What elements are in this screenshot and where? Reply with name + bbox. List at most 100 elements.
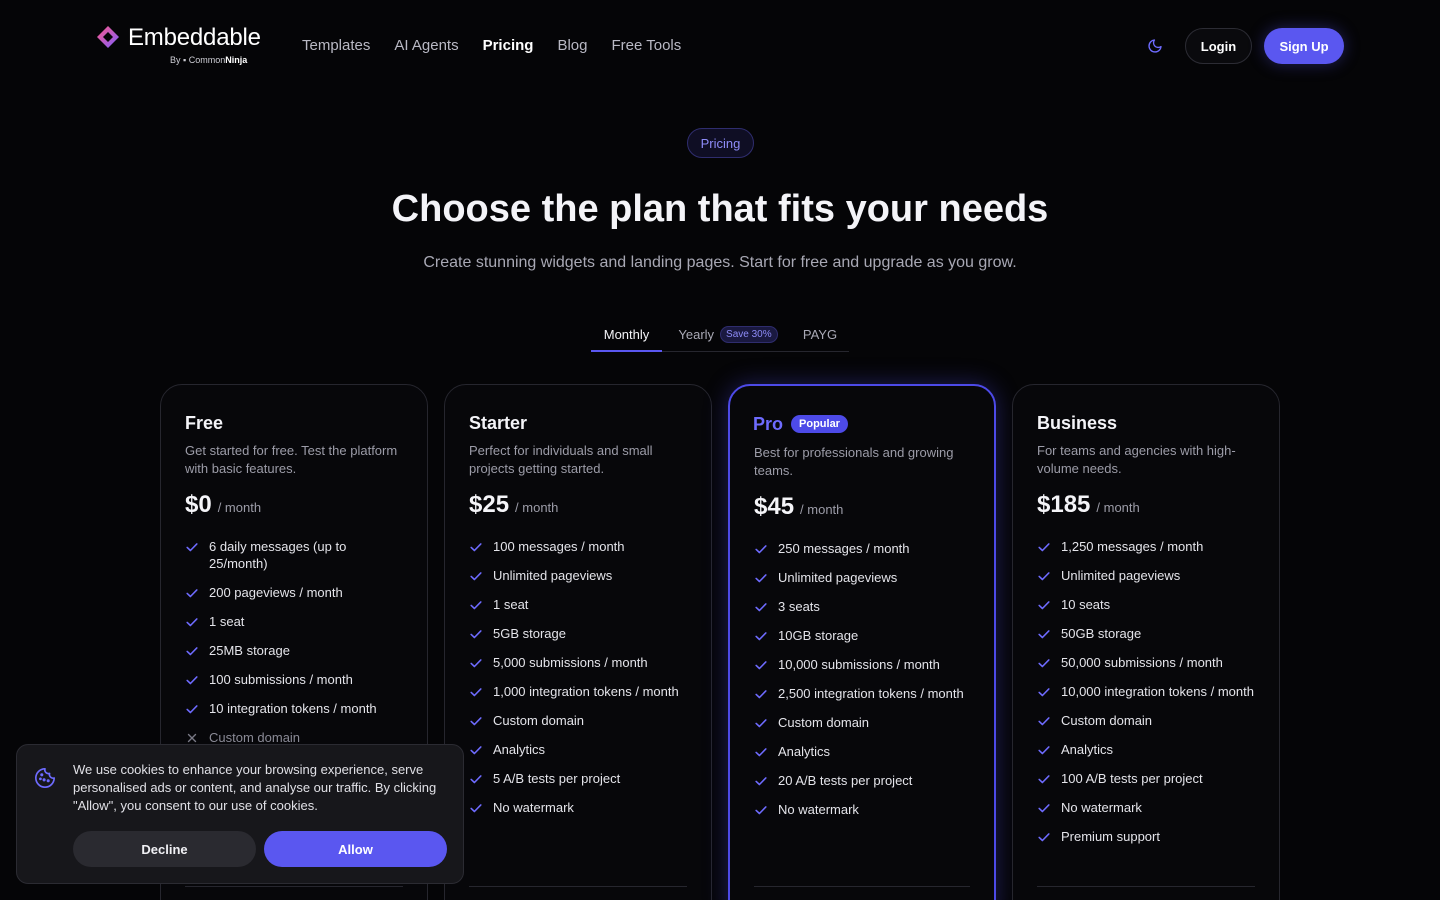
feature-text: Custom domain bbox=[778, 715, 870, 730]
plan-card-starter: Starter Perfect for individuals and smal… bbox=[444, 384, 712, 900]
embeddable-logo-icon bbox=[97, 26, 119, 48]
price-period: / month bbox=[217, 500, 262, 515]
feature-text: 1 seat bbox=[493, 597, 529, 612]
feature-item: No watermark bbox=[1037, 799, 1259, 816]
feature-text: 200 pageviews / month bbox=[209, 585, 343, 600]
cookie-banner: We use cookies to enhance your browsing … bbox=[16, 744, 464, 884]
tab-yearly[interactable]: Yearly Save 30% bbox=[674, 318, 782, 351]
feature-text: Analytics bbox=[778, 744, 831, 759]
plan-description: Perfect for individuals and small projec… bbox=[469, 443, 653, 476]
feature-item: 10 integration tokens / month bbox=[185, 700, 407, 717]
feature-text: 3 seats bbox=[778, 599, 820, 614]
moon-icon bbox=[1148, 39, 1162, 53]
check-icon bbox=[470, 775, 482, 784]
feature-item: No watermark bbox=[754, 801, 976, 818]
feature-text: 10GB storage bbox=[778, 628, 859, 643]
feature-item: 10GB storage bbox=[754, 627, 976, 644]
feature-item: 50,000 submissions / month bbox=[1037, 654, 1259, 671]
check-icon bbox=[186, 705, 198, 714]
allow-button[interactable]: Allow bbox=[264, 831, 447, 867]
nav-ai-agents[interactable]: AI Agents bbox=[394, 35, 458, 57]
feature-text: Analytics bbox=[493, 742, 546, 757]
feature-item: 25MB storage bbox=[185, 642, 407, 659]
feature-text: 6 daily messages (up to 25/month) bbox=[209, 539, 347, 571]
brand-byline: By ▪ CommonNinja bbox=[170, 55, 248, 65]
plan-description: Get started for free. Test the platform … bbox=[185, 443, 398, 476]
check-icon bbox=[755, 545, 767, 554]
feature-item: Premium support bbox=[1037, 828, 1259, 845]
feature-text: 1,000 integration tokens / month bbox=[493, 684, 679, 699]
check-icon bbox=[470, 572, 482, 581]
feature-item: 10,000 integration tokens / month bbox=[1037, 683, 1259, 700]
feature-text: 100 A/B tests per project bbox=[1061, 771, 1203, 786]
check-icon bbox=[1038, 630, 1050, 639]
feature-item: Analytics bbox=[754, 743, 976, 760]
check-icon bbox=[186, 647, 198, 656]
nav-blog[interactable]: Blog bbox=[557, 35, 587, 57]
feature-text: 100 messages / month bbox=[493, 539, 625, 554]
feature-item: 100 A/B tests per project bbox=[1037, 770, 1259, 787]
check-icon bbox=[755, 632, 767, 641]
feature-item: 1,000 integration tokens / month bbox=[469, 683, 691, 700]
feature-text: 2,500 integration tokens / month bbox=[778, 686, 964, 701]
check-icon bbox=[1038, 833, 1050, 842]
price-period: / month bbox=[1096, 500, 1140, 515]
plan-description: For teams and agencies with high-volume … bbox=[1037, 443, 1236, 476]
plan-name: Pro bbox=[753, 414, 784, 434]
feature-item: Custom domain bbox=[754, 714, 976, 731]
feature-text: 5GB storage bbox=[493, 626, 566, 641]
tab-monthly[interactable]: Monthly bbox=[591, 318, 662, 352]
nav-pricing[interactable]: Pricing bbox=[483, 35, 534, 57]
save-badge: Save 30% bbox=[720, 326, 778, 343]
plan-name-row: Pro Popular bbox=[753, 413, 848, 435]
billing-period-tabs: Monthly Yearly Save 30% PAYG bbox=[591, 318, 849, 352]
check-icon bbox=[470, 688, 482, 697]
check-icon bbox=[1038, 775, 1050, 784]
nav-templates[interactable]: Templates bbox=[302, 35, 370, 57]
check-icon bbox=[470, 601, 482, 610]
plan-name: Business bbox=[1037, 413, 1118, 433]
main-nav: Templates AI Agents Pricing Blog Free To… bbox=[302, 35, 681, 57]
feature-text: 10 seats bbox=[1061, 597, 1111, 612]
feature-item: Unlimited pageviews bbox=[754, 569, 976, 586]
card-divider bbox=[1037, 886, 1255, 887]
feature-text: 100 submissions / month bbox=[209, 672, 353, 687]
feature-text: 5 A/B tests per project bbox=[493, 771, 621, 786]
feature-item: 5GB storage bbox=[469, 625, 691, 642]
feature-list: 1,250 messages / month Unlimited pageview… bbox=[1037, 538, 1259, 857]
feature-text: 1,250 messages / month bbox=[1061, 539, 1204, 554]
feature-item: 1 seat bbox=[469, 596, 691, 613]
check-icon bbox=[755, 574, 767, 583]
feature-text: 25MB storage bbox=[209, 643, 290, 658]
brand-logo[interactable]: Embeddable By ▪ CommonNinja bbox=[96, 24, 271, 70]
signup-button[interactable]: Sign Up bbox=[1264, 28, 1344, 64]
plan-name: Free bbox=[185, 413, 224, 433]
feature-text: Unlimited pageviews bbox=[778, 570, 898, 585]
popular-badge: Popular bbox=[791, 415, 848, 433]
feature-item: 5 A/B tests per project bbox=[469, 770, 691, 787]
feature-text: Custom domain bbox=[1061, 713, 1153, 728]
check-icon bbox=[186, 676, 198, 685]
check-icon bbox=[1038, 572, 1050, 581]
price-period: / month bbox=[515, 500, 559, 515]
plan-description: Best for professionals and growing teams… bbox=[754, 445, 954, 478]
feature-text: 10 integration tokens / month bbox=[209, 701, 377, 716]
feature-item: 6 daily messages (up to 25/month) bbox=[185, 538, 407, 572]
check-icon bbox=[755, 690, 767, 699]
decline-button[interactable]: Decline bbox=[73, 831, 256, 867]
login-button[interactable]: Login bbox=[1185, 28, 1252, 64]
tab-payg[interactable]: PAYG bbox=[796, 318, 844, 351]
feature-item: Custom domain bbox=[1037, 712, 1259, 729]
feature-item: 250 messages / month bbox=[754, 540, 976, 557]
nav-free-tools[interactable]: Free Tools bbox=[611, 35, 681, 57]
price-amount: $0 bbox=[185, 491, 212, 518]
feature-text: No watermark bbox=[778, 802, 859, 817]
plan-price: $45 / month bbox=[754, 493, 843, 521]
plan-price: $185 / month bbox=[1037, 491, 1140, 519]
theme-toggle-button[interactable] bbox=[1143, 34, 1167, 58]
feature-text: 20 A/B tests per project bbox=[778, 773, 913, 788]
feature-item: 2,500 integration tokens / month bbox=[754, 685, 976, 702]
page-title: Choose the plan that fits your needs bbox=[391, 188, 1049, 230]
plan-price: $0 / month bbox=[185, 491, 261, 519]
check-icon bbox=[755, 719, 767, 728]
